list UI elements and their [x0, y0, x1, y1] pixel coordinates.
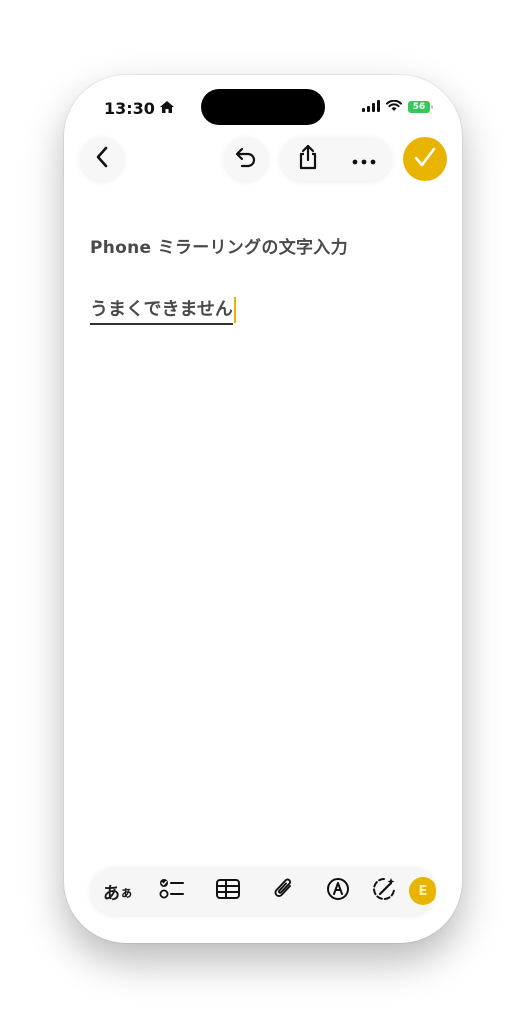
paperclip-icon — [273, 876, 295, 906]
format-label: あ — [102, 883, 120, 904]
note-title[interactable]: Phone ミラーリングの文字入力 — [90, 233, 348, 258]
format-label-small: ぁ — [119, 885, 133, 901]
share-more-group — [280, 137, 392, 181]
battery-icon: 56 — [408, 100, 433, 113]
home-icon — [159, 99, 175, 118]
undo-button[interactable] — [224, 137, 268, 181]
phone-frame: 13:30 56 Phone ミラーリングの文字入力 うまくできません あ ぁ … — [64, 75, 462, 943]
status-time: 13:30 — [104, 99, 175, 118]
text-caret — [233, 297, 236, 323]
status-time-label: 13:30 — [104, 99, 155, 118]
checkmark-icon — [413, 146, 437, 172]
signal-icon — [362, 97, 380, 116]
battery-level: 56 — [412, 101, 426, 112]
avatar-letter: E — [418, 883, 428, 899]
checklist-icon — [159, 877, 185, 905]
status-indicators: 56 — [362, 97, 433, 116]
format-button[interactable]: あぁ — [96, 867, 140, 915]
writing-tools-button[interactable] — [364, 867, 404, 915]
share-icon[interactable] — [297, 144, 319, 174]
formatting-toolbar: あぁ E — [90, 867, 436, 915]
note-body-marked-text: うまくできません — [90, 295, 233, 325]
markup-icon — [326, 877, 350, 905]
chevron-left-icon — [95, 146, 109, 172]
markup-button[interactable] — [318, 867, 358, 915]
wifi-icon — [386, 97, 402, 116]
back-button[interactable] — [80, 137, 124, 181]
done-button[interactable] — [403, 137, 447, 181]
writing-tools-icon — [371, 876, 397, 906]
attach-button[interactable] — [264, 867, 304, 915]
checklist-button[interactable] — [152, 867, 192, 915]
table-button[interactable] — [208, 867, 248, 915]
avatar[interactable]: E — [409, 877, 436, 905]
note-body[interactable]: うまくできません — [90, 295, 236, 325]
table-icon — [215, 878, 241, 904]
undo-icon — [234, 146, 258, 172]
dynamic-island — [201, 89, 325, 125]
screenshot-stage: 13:30 56 Phone ミラーリングの文字入力 うまくできません あ ぁ … — [0, 0, 526, 1024]
more-icon[interactable] — [352, 150, 376, 169]
